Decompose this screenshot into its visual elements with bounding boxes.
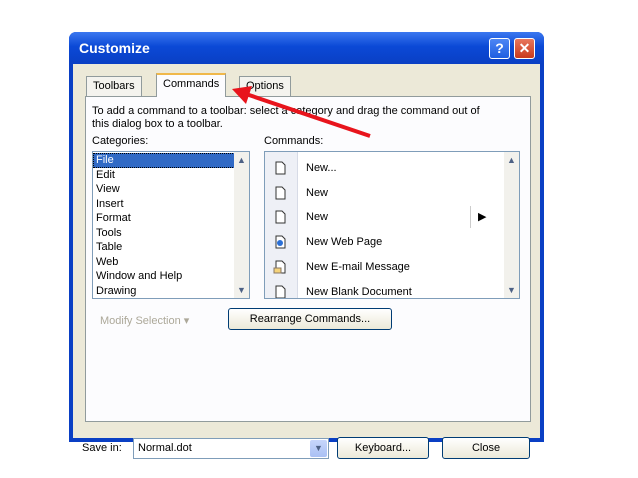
email-message-icon — [273, 260, 287, 274]
close-icon: ✕ — [518, 40, 531, 56]
tab-toolbars[interactable]: Toolbars — [86, 76, 142, 96]
modify-selection-button: Modify Selection ▾ — [100, 315, 190, 327]
blank-document-icon — [273, 186, 287, 200]
blank-document-icon — [273, 210, 287, 224]
save-in-dropdown[interactable]: Normal.dot ▼ — [133, 438, 329, 459]
instructions-text: To add a command to a toolbar: select a … — [92, 105, 480, 130]
category-item[interactable]: Edit — [93, 168, 249, 183]
blank-document-icon — [273, 285, 287, 298]
command-label: New — [306, 211, 329, 224]
category-item[interactable]: Tools — [93, 226, 249, 241]
category-item[interactable]: Insert — [93, 197, 249, 212]
save-in-label: Save in: — [82, 442, 122, 454]
command-item[interactable]: New... — [265, 156, 501, 181]
blank-document-icon — [273, 161, 287, 175]
scroll-down-icon[interactable]: ▼ — [504, 283, 519, 297]
close-window-button[interactable]: ✕ — [514, 38, 535, 59]
tab-options[interactable]: Options — [239, 76, 291, 96]
category-item[interactable]: Window and Help — [93, 269, 249, 284]
category-item[interactable]: Format — [93, 211, 249, 226]
command-label: New... — [306, 162, 337, 174]
category-item[interactable]: File — [93, 153, 245, 168]
chevron-down-icon[interactable]: ▼ — [310, 440, 327, 457]
keyboard-button[interactable]: Keyboard... — [337, 437, 429, 459]
dialog-title: Customize — [79, 40, 150, 56]
dialog-client-area: Toolbars Commands Options To add a comma… — [73, 64, 540, 459]
rearrange-commands-button[interactable]: Rearrange Commands... — [228, 308, 392, 330]
web-page-icon — [273, 235, 287, 249]
submenu-separator — [470, 206, 471, 229]
categories-scrollbar[interactable]: ▲ ▼ — [234, 152, 249, 298]
help-icon: ? — [495, 40, 504, 56]
command-item[interactable]: New ▶ — [265, 205, 501, 230]
category-item[interactable]: View — [93, 182, 249, 197]
commands-list[interactable]: New... New New ▶ New Web Page New E-mail Mess… — [264, 151, 520, 299]
command-label: New E-mail Message — [306, 260, 410, 273]
command-item[interactable]: New — [265, 181, 501, 206]
command-label: New Blank Document — [306, 285, 412, 298]
categories-list[interactable]: File Edit View Insert Format Tools Table Web Win… — [92, 151, 250, 299]
scroll-up-icon[interactable]: ▲ — [504, 153, 519, 167]
close-button[interactable]: Close — [442, 437, 530, 459]
category-item[interactable]: Web — [93, 255, 249, 270]
commands-label: Commands: — [264, 135, 324, 147]
commands-scrollbar[interactable]: ▲ ▼ — [504, 152, 519, 298]
help-button[interactable]: ? — [489, 38, 510, 59]
category-item[interactable]: Drawing — [93, 284, 249, 299]
customize-dialog: Customize ? ✕ Toolbars Commands Options … — [69, 32, 544, 459]
command-label: New — [306, 186, 329, 199]
categories-label: Categories: — [92, 135, 149, 147]
title-bar[interactable]: Customize ? ✕ — [69, 32, 544, 64]
scroll-down-icon[interactable]: ▼ — [234, 283, 249, 297]
submenu-arrow-icon[interactable]: ▶ — [478, 210, 486, 223]
command-item[interactable]: New E-mail Message — [265, 255, 501, 280]
command-item[interactable]: New Blank Document — [265, 280, 501, 298]
scroll-up-icon[interactable]: ▲ — [234, 153, 249, 167]
save-in-value: Normal.dot — [138, 442, 192, 454]
commands-tab-panel: To add a command to a toolbar: select a … — [85, 96, 531, 422]
category-item[interactable]: Table — [93, 240, 249, 255]
command-item[interactable]: New Web Page — [265, 230, 501, 255]
command-label: New Web Page — [306, 236, 383, 249]
tab-commands[interactable]: Commands — [156, 73, 227, 97]
